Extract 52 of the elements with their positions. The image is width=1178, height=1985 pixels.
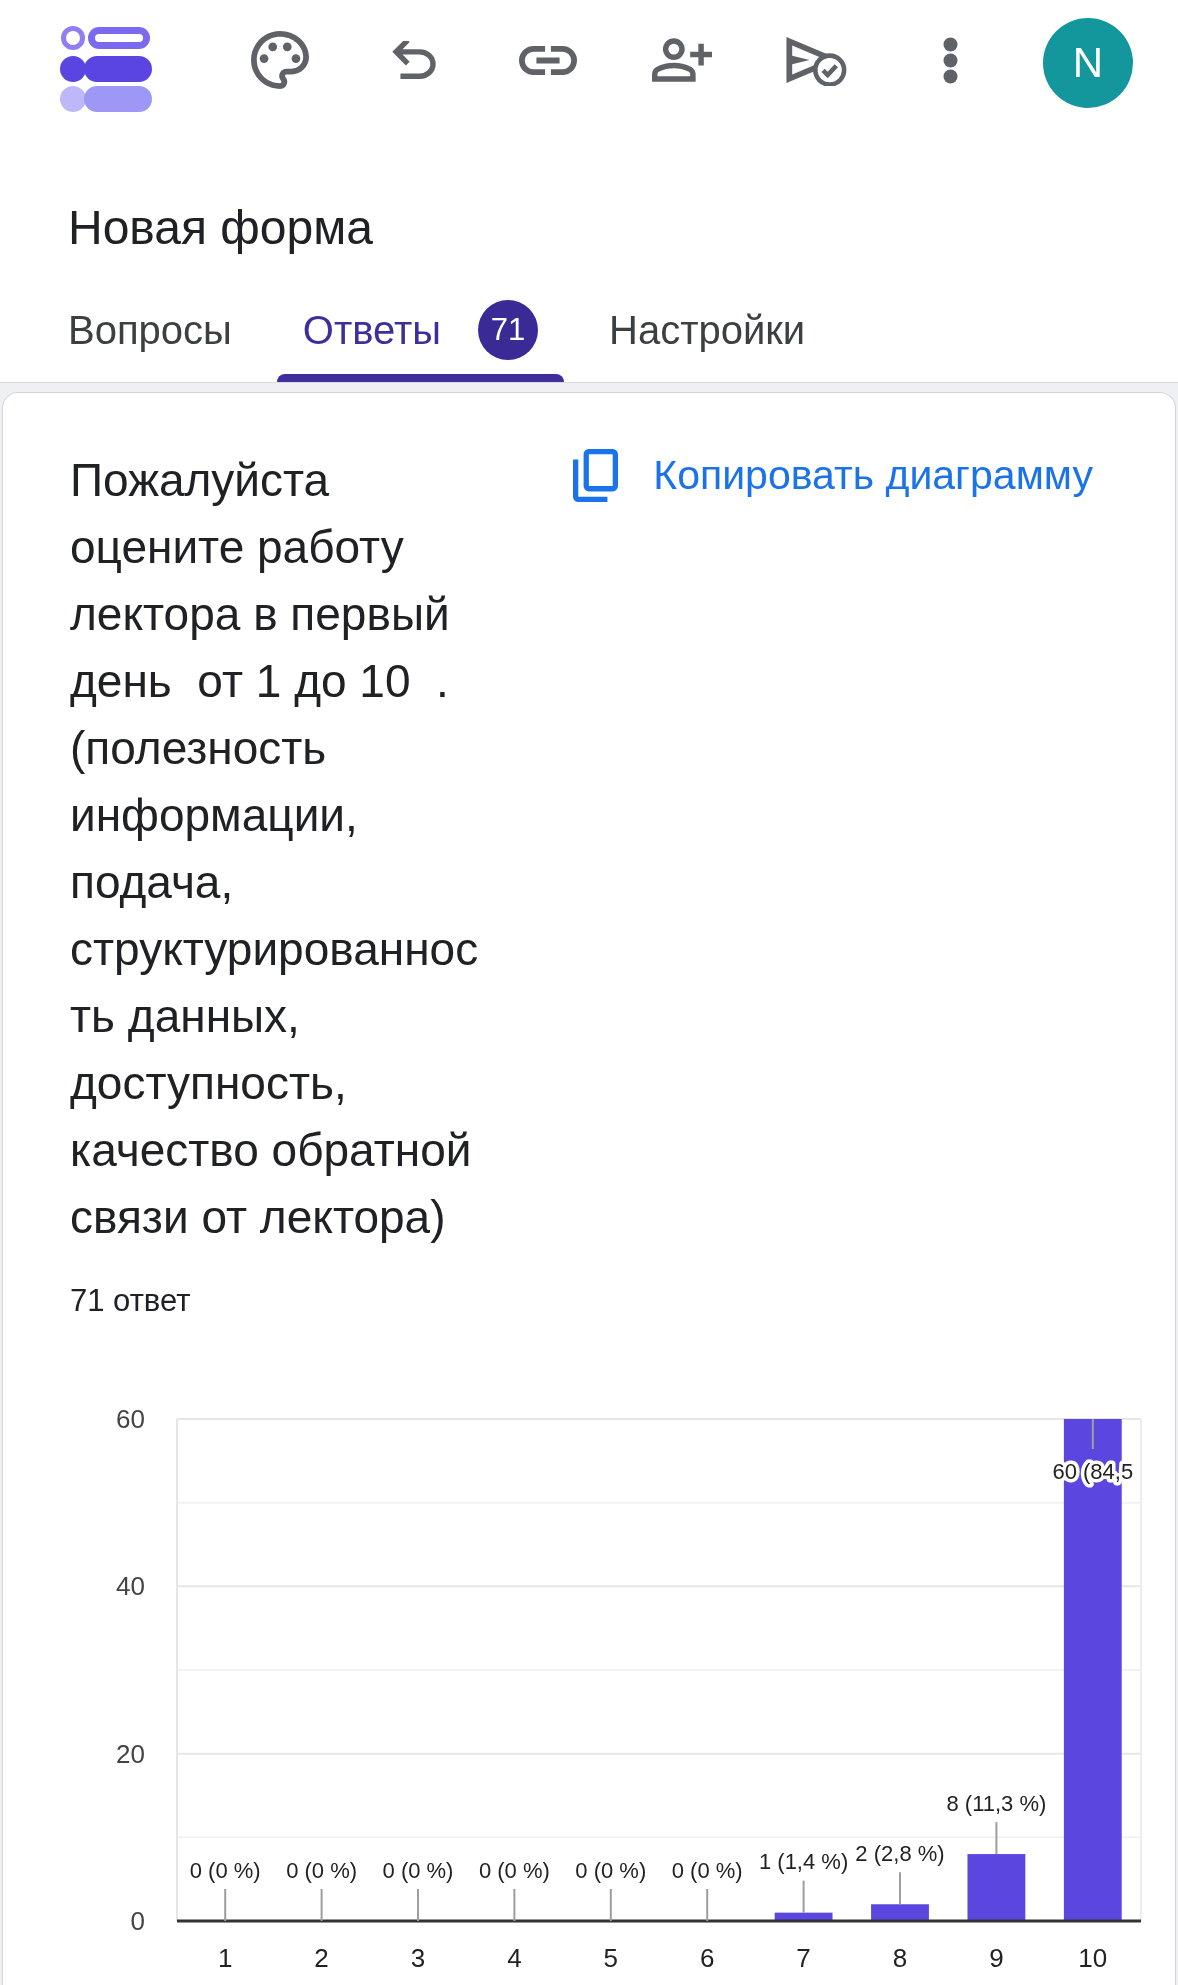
data-label: 2 (2,8 %) — [855, 1840, 945, 1866]
data-label: 0 (0 %) — [286, 1857, 358, 1883]
category-label: 4 — [507, 1943, 522, 1973]
category-label: 7 — [796, 1943, 811, 1973]
axis-label: 0 — [130, 1906, 145, 1936]
link-icon[interactable] — [519, 45, 577, 75]
add-person-icon[interactable] — [652, 38, 712, 82]
count-badge: 71 — [478, 300, 539, 360]
leader-line — [802, 1879, 805, 1914]
axis-label: 20 — [116, 1738, 145, 1769]
category-label: 1 — [217, 1943, 233, 1973]
category-label: 3 — [410, 1943, 426, 1973]
response-count: 71 ответ — [70, 1283, 191, 1319]
tab[interactable]: Настройки — [583, 290, 832, 382]
leader-line — [513, 1888, 516, 1922]
data-label: 0 (0 %) — [671, 1857, 743, 1883]
data-label: 1 (1,4 %) — [758, 1849, 849, 1875]
category-label: 5 — [603, 1943, 619, 1973]
data-label: 0 (0 %) — [382, 1857, 454, 1883]
tab[interactable]: Вопросы — [42, 290, 258, 382]
category-label: 9 — [989, 1943, 1004, 1973]
palette-icon[interactable] — [251, 31, 309, 89]
leader-line — [417, 1888, 419, 1922]
leader-line — [899, 1871, 901, 1906]
leader-line — [706, 1888, 709, 1922]
leader-line — [224, 1888, 227, 1922]
copy-icon — [573, 449, 619, 502]
axis-label: 60 — [116, 1404, 145, 1434]
leader-line — [1091, 1418, 1094, 1450]
more-options-icon[interactable] — [942, 36, 958, 84]
logo-icon — [60, 25, 152, 112]
category-label: 8 — [892, 1943, 908, 1973]
avatar-button[interactable]: N — [1043, 18, 1133, 108]
question-text: Пожалуйста оцените работу лектора в первый день от 1 до 10 . (полезность информации, подача, структурированность данных, доступность, качество обратной связи от лектора) — [70, 453, 480, 1245]
chart-bar — [774, 1912, 833, 1921]
copy-chart-button[interactable]: Копировать диаграмму — [573, 449, 1093, 502]
category-label: 6 — [699, 1943, 715, 1973]
chart-bar — [967, 1854, 1026, 1921]
leader-line — [995, 1821, 998, 1856]
category-label: 2 — [314, 1943, 329, 1973]
undo-icon[interactable] — [392, 41, 436, 79]
leader-line — [609, 1888, 612, 1922]
data-label: 0 (0 %) — [478, 1857, 550, 1883]
tab[interactable]: Ответы 71 — [276, 290, 565, 382]
axis-label: 40 — [116, 1571, 145, 1602]
data-label: 0 (0 %) — [575, 1857, 647, 1883]
data-label: 0 (0 %) — [189, 1857, 261, 1883]
form-title: Новая форма — [68, 200, 373, 256]
leader-line — [320, 1888, 323, 1922]
data-label: 8 (11,3 %) — [946, 1790, 1047, 1816]
send-check-icon[interactable] — [785, 34, 847, 86]
category-label: 10 — [1078, 1943, 1108, 1973]
